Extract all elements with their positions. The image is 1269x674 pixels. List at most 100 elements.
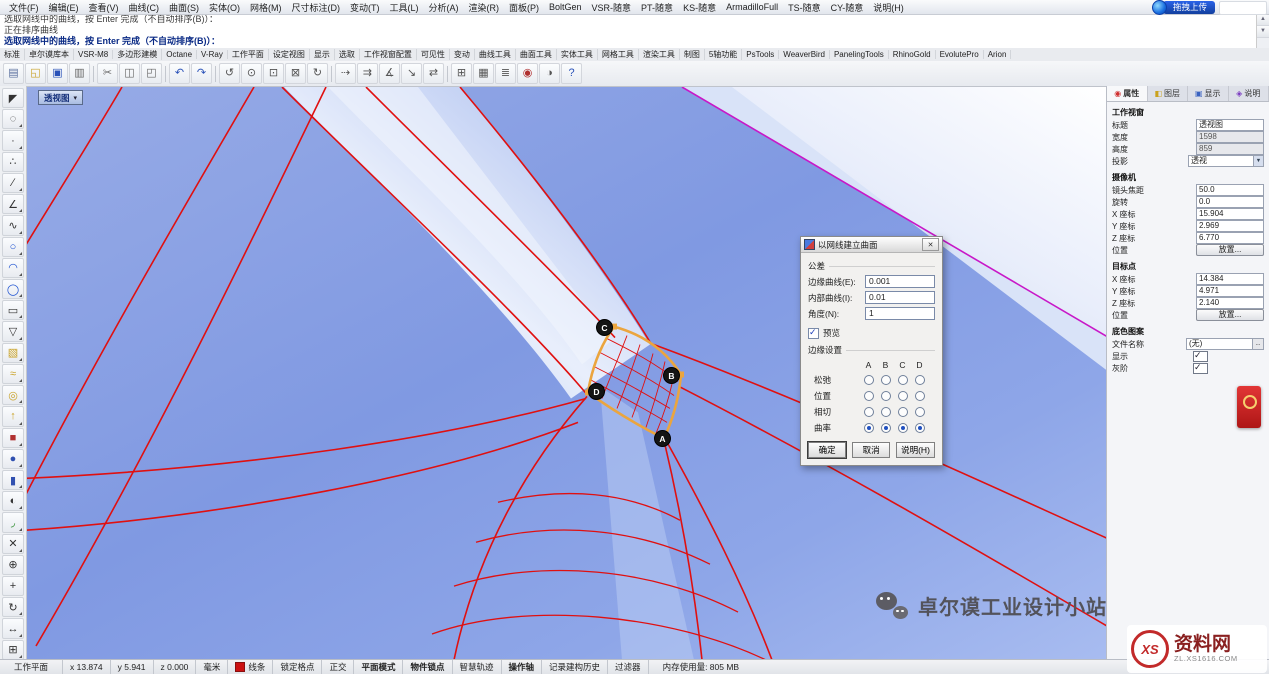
menu-item[interactable]: 文件(F) xyxy=(4,1,44,14)
edge-radio-b[interactable] xyxy=(881,375,891,385)
scroll-down-icon[interactable]: ▼ xyxy=(1257,26,1269,38)
toolbar-tab[interactable]: 设定视图 xyxy=(269,49,310,60)
preview-row[interactable]: 预览 xyxy=(808,327,935,339)
property-value[interactable]: 4.971 xyxy=(1196,285,1264,297)
property-value[interactable]: (无) xyxy=(1186,338,1264,350)
copy-icon[interactable]: ◫ xyxy=(119,63,140,84)
field-input[interactable]: 1 xyxy=(865,307,935,320)
menu-item[interactable]: 实体(O) xyxy=(204,1,245,14)
toolbar-tab[interactable]: 显示 xyxy=(310,49,335,60)
status-toggle[interactable]: 过滤器 xyxy=(608,660,649,674)
redo-icon[interactable]: ↷ xyxy=(191,63,212,84)
toolbar-tab[interactable]: V-Ray xyxy=(197,50,228,59)
property-value[interactable]: 50.0 xyxy=(1196,184,1264,196)
cancel-button[interactable]: 取消 xyxy=(852,442,890,458)
menu-item[interactable]: CY-随意 xyxy=(826,1,869,14)
save-icon[interactable]: ▣ xyxy=(47,63,68,84)
edge-radio-c[interactable] xyxy=(898,391,908,401)
toolbar-tab[interactable]: 曲线工具 xyxy=(475,49,516,60)
line-icon[interactable]: ∕ xyxy=(2,173,24,193)
menu-item[interactable]: 网格(M) xyxy=(245,1,287,14)
property-value[interactable] xyxy=(1193,363,1208,374)
drag-upload-badge[interactable]: 拖拽上传 xyxy=(1152,1,1215,14)
menu-item[interactable]: 编辑(E) xyxy=(44,1,84,14)
property-value[interactable]: 透视 xyxy=(1188,155,1264,167)
grid-icon[interactable]: ▦ xyxy=(473,63,494,84)
toolbar-tab[interactable]: 卓尔谟库本 xyxy=(25,49,74,60)
toolbar-tab[interactable]: PanelingTools xyxy=(830,50,889,59)
tab-layers[interactable]: ◧ 图层 xyxy=(1148,86,1189,101)
help-button[interactable]: 说明(H) xyxy=(896,442,935,458)
toolbar-tab[interactable]: 实体工具 xyxy=(557,49,598,60)
menu-item[interactable]: 工具(L) xyxy=(385,1,424,14)
property-value[interactable]: 透视图 xyxy=(1196,119,1264,131)
viewport-canvas[interactable] xyxy=(26,87,1107,660)
property-value[interactable]: 放置... xyxy=(1196,244,1264,256)
zoom-icon[interactable]: ⊙ xyxy=(241,63,262,84)
status-cell[interactable]: 毫米 xyxy=(196,660,228,674)
status-toggle[interactable]: 智慧轨迹 xyxy=(453,660,502,674)
property-value[interactable]: 6.770 xyxy=(1196,232,1264,244)
chevron-down-icon[interactable]: ▾ xyxy=(74,94,78,102)
toolbar-tab[interactable]: 网格工具 xyxy=(598,49,639,60)
zoom-extents-icon[interactable]: ⊠ xyxy=(285,63,306,84)
edge-radio-b[interactable] xyxy=(881,423,891,433)
edge-radio-c[interactable] xyxy=(898,423,908,433)
select-arrow-icon[interactable]: ◤ xyxy=(2,88,24,108)
tab-display[interactable]: ▣ 显示 xyxy=(1188,86,1229,101)
toolbar-tab[interactable]: 渲染工具 xyxy=(639,49,680,60)
property-value[interactable] xyxy=(1193,351,1208,362)
menu-item[interactable]: TS-随意 xyxy=(783,1,826,14)
array-icon[interactable]: ⊞ xyxy=(2,640,24,660)
polyline-icon[interactable]: ∠ xyxy=(2,194,24,214)
viewport-title-tab[interactable]: 透视图 ▾ xyxy=(38,90,83,105)
menu-item[interactable]: 说明(H) xyxy=(868,1,909,14)
point-icon[interactable]: · xyxy=(2,130,24,150)
lasso-select-icon[interactable]: ◌ xyxy=(2,109,24,129)
edge-radio-d[interactable] xyxy=(915,423,925,433)
toolbar-tab[interactable]: 可见性 xyxy=(417,49,450,60)
move-icon[interactable]: ⇢ xyxy=(335,63,356,84)
revolve-icon[interactable]: ◎ xyxy=(2,385,24,405)
point-cloud-icon[interactable]: ∴ xyxy=(2,152,24,172)
extrude-icon[interactable]: ↑ xyxy=(2,406,24,426)
edge-radio-d[interactable] xyxy=(915,375,925,385)
osnap-icon[interactable]: ⊞ xyxy=(451,63,472,84)
edge-radio-b[interactable] xyxy=(881,391,891,401)
preview-checkbox[interactable] xyxy=(808,328,819,339)
boolean-icon[interactable]: ◐ xyxy=(2,491,24,511)
undo-icon[interactable]: ↶ xyxy=(169,63,190,84)
polygon-icon[interactable]: ▽ xyxy=(2,321,24,341)
loft-icon[interactable]: ≈ xyxy=(2,364,24,384)
ok-button[interactable]: 确定 xyxy=(808,442,846,458)
paste-icon[interactable]: ◰ xyxy=(141,63,162,84)
edge-radio-d[interactable] xyxy=(915,407,925,417)
help-icon[interactable]: ? xyxy=(561,63,582,84)
toolbar-tab[interactable]: 工作平面 xyxy=(228,49,269,60)
close-icon[interactable]: ✕ xyxy=(922,238,939,251)
tab-properties[interactable]: ◉ 属性 xyxy=(1107,86,1148,101)
pan-view-icon[interactable]: ↺ xyxy=(219,63,240,84)
ellipse-icon[interactable]: ◯ xyxy=(2,279,24,299)
toolbar-tab[interactable]: 5轴功能 xyxy=(705,49,742,60)
object-properties-icon[interactable]: ◉ xyxy=(517,63,538,84)
scroll-up-icon[interactable]: ▲ xyxy=(1257,14,1269,26)
menu-item[interactable]: ArmadilloFull xyxy=(721,2,783,12)
edge-radio-c[interactable] xyxy=(898,375,908,385)
box-icon[interactable]: ■ xyxy=(2,428,24,448)
toolbar-tab[interactable]: Arion xyxy=(984,50,1012,59)
menu-item[interactable]: PT-随意 xyxy=(636,1,678,14)
property-value[interactable]: 1598 xyxy=(1196,131,1264,143)
property-value[interactable]: 0.0 xyxy=(1196,196,1264,208)
dialog-title-bar[interactable]: 以网线建立曲面 ✕ xyxy=(801,237,942,253)
open-file-icon[interactable]: ◱ xyxy=(25,63,46,84)
layers-icon[interactable]: ≣ xyxy=(495,63,516,84)
status-toggle[interactable]: 物件锁点 xyxy=(403,660,452,674)
toolbar-tab[interactable]: PsTools xyxy=(742,50,779,59)
command-prompt[interactable]: 选取网线中的曲线，按 Enter 完成（不自动排序(B)）： xyxy=(0,36,1269,47)
edge-radio-a[interactable] xyxy=(864,391,874,401)
edge-radio-a[interactable] xyxy=(864,407,874,417)
menu-item[interactable]: VSR-随意 xyxy=(587,1,637,14)
property-value[interactable]: 859 xyxy=(1196,143,1264,155)
rotate-icon[interactable]: ∡ xyxy=(379,63,400,84)
